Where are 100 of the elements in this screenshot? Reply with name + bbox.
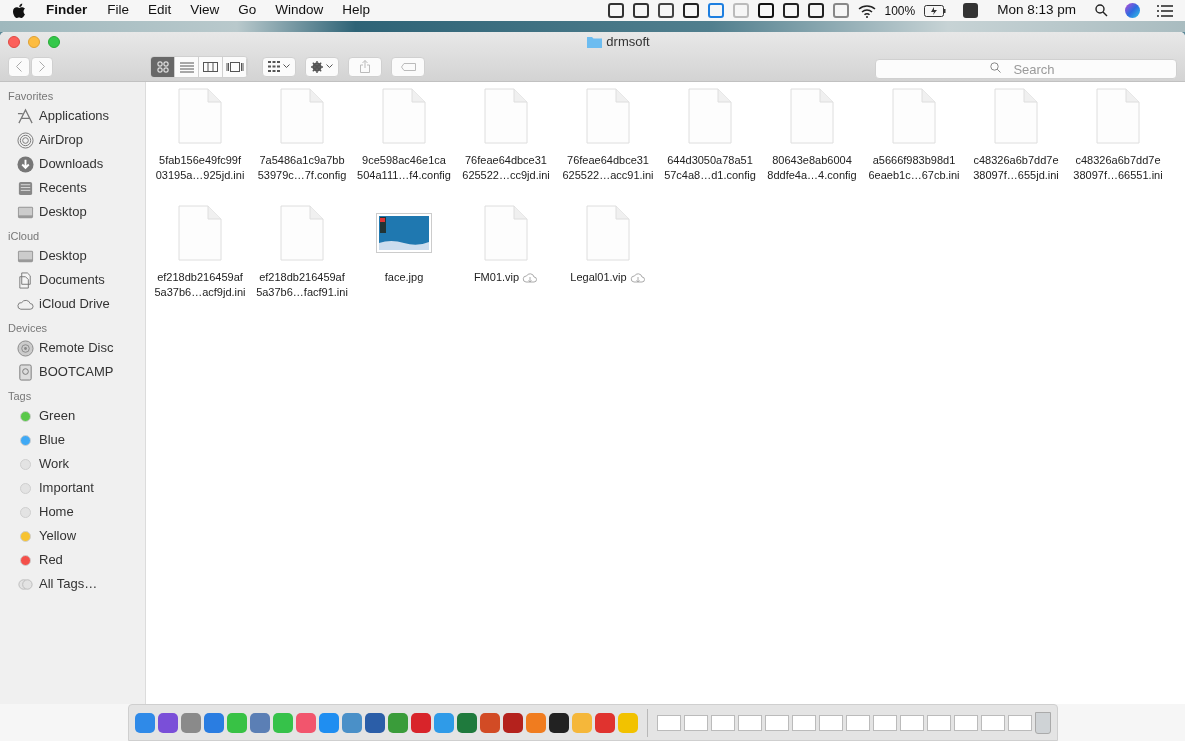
sidebar-item[interactable]: Documents	[0, 268, 145, 292]
status-menu-icon[interactable]	[807, 3, 824, 18]
file-tile[interactable]: Legal01.vip	[557, 200, 659, 317]
status-menu-icon[interactable]	[682, 3, 699, 18]
input-method-icon[interactable]	[963, 3, 979, 18]
file-tile[interactable]: 80643e8ab6004 8ddfe4a…4.config	[761, 83, 863, 200]
window-thumbnail[interactable]	[683, 714, 708, 731]
status-menu-icon[interactable]	[657, 3, 674, 18]
window-thumbnail[interactable]	[1007, 714, 1032, 731]
group-button[interactable]	[262, 56, 296, 77]
view-mode-button[interactable]	[223, 56, 247, 77]
wifi-icon[interactable]	[857, 3, 876, 18]
sidebar-item[interactable]: Home	[0, 500, 145, 524]
back-button[interactable]	[8, 56, 30, 77]
sidebar-item[interactable]: Downloads	[0, 152, 145, 176]
sidebar-item[interactable]: Remote Disc	[0, 336, 145, 360]
menu-item[interactable]: Help	[342, 0, 371, 21]
apple-logo-icon[interactable]	[12, 2, 26, 19]
menu-item[interactable]: View	[190, 0, 220, 21]
file-tile[interactable]: 644d3050a78a51 57c4a8…d1.config	[659, 83, 761, 200]
file-tile[interactable]: c48326a6b7dd7e 38097f…655jd.ini	[965, 83, 1067, 200]
status-menu-icon[interactable]	[782, 3, 799, 18]
notification-list-icon[interactable]	[1157, 4, 1173, 17]
file-name: a5666f983b98d1	[872, 153, 956, 168]
file-name: 5a37b6…acf9jd.ini	[154, 285, 246, 300]
file-tile[interactable]: 9ce598ac46e1ca 504a111…f4.config	[353, 83, 455, 200]
minimize-button[interactable]	[28, 36, 40, 48]
menu-item[interactable]: Window	[275, 0, 324, 21]
window-thumbnail[interactable]	[656, 714, 681, 731]
sidebar-item[interactable]: iCloud Drive	[0, 292, 145, 316]
forward-button[interactable]	[31, 56, 53, 77]
tag-button[interactable]	[391, 56, 425, 77]
file-tile[interactable]: 7a5486a1c9a7bb 53979c…7f.config	[251, 83, 353, 200]
app-icon[interactable]	[548, 712, 569, 733]
close-button[interactable]	[8, 36, 20, 48]
document-icon	[994, 88, 1038, 144]
sidebar-item[interactable]: BOOTCAMP	[0, 360, 145, 384]
menu-bar-clock[interactable]: Mon 8:13 pm	[997, 0, 1076, 21]
status-menu-icon[interactable]	[607, 3, 624, 18]
sidebar-item[interactable]: Desktop	[0, 244, 145, 268]
file-tile[interactable]: a5666f983b98d1 6eaeb1c…67cb.ini	[863, 83, 965, 200]
status-menu-icon[interactable]	[632, 3, 649, 18]
folder-icon	[587, 36, 603, 48]
sidebar-item[interactable]: Important	[0, 476, 145, 500]
sidebar-item[interactable]: Recents	[0, 176, 145, 200]
file-tile[interactable]: ef218db216459af 5a37b6…facf91.ini	[251, 200, 353, 317]
file-name: 57c4a8…d1.config	[664, 168, 756, 183]
view-mode-button[interactable]	[199, 56, 223, 77]
file-tile[interactable]: face.jpg	[353, 200, 455, 317]
menu-item[interactable]: Go	[238, 0, 257, 21]
window-thumbnail[interactable]	[737, 714, 762, 731]
file-tile[interactable]: c48326a6b7dd7e 38097f…66551.ini	[1067, 83, 1169, 200]
window-thumbnail[interactable]	[953, 714, 978, 731]
window-thumbnail[interactable]	[710, 714, 735, 731]
file-tile[interactable]: 76feae64dbce31 625522…cc9jd.ini	[455, 83, 557, 200]
window-thumbnail[interactable]	[872, 714, 897, 731]
window-thumbnail[interactable]	[926, 714, 951, 731]
file-tile[interactable]: ef218db216459af 5a37b6…acf9jd.ini	[149, 200, 251, 317]
sidebar-item[interactable]: Green	[0, 404, 145, 428]
view-mode-button[interactable]	[151, 56, 175, 77]
window-thumbnail[interactable]	[899, 714, 924, 731]
sidebar-item[interactable]: Work	[0, 452, 145, 476]
document-icon	[178, 88, 222, 144]
window-thumbnail[interactable]	[791, 714, 816, 731]
window-thumbnail[interactable]	[818, 714, 843, 731]
siri-icon[interactable]	[1125, 3, 1140, 18]
window-thumbnail[interactable]	[764, 714, 789, 731]
sidebar-item[interactable]: Applications	[0, 104, 145, 128]
zoom-button[interactable]	[48, 36, 60, 48]
sidebar-item[interactable]: All Tags…	[0, 572, 145, 596]
trash-icon[interactable]	[1034, 711, 1051, 734]
window-thumbnail[interactable]	[980, 714, 1005, 731]
document-icon	[586, 88, 630, 144]
file-tile[interactable]: 5fab156e49fc99f 03195a…925jd.ini	[149, 83, 251, 200]
sidebar-item[interactable]: Red	[0, 548, 145, 572]
search-icon[interactable]	[1095, 4, 1108, 17]
recents-icon	[17, 179, 34, 197]
grid-icon	[268, 61, 280, 72]
window-thumbnail[interactable]	[845, 714, 870, 731]
menu-item[interactable]: Edit	[148, 0, 172, 21]
cloud-download-icon[interactable]	[522, 272, 539, 283]
file-tile[interactable]: 76feae64dbce31 625522…acc91.ini	[557, 83, 659, 200]
status-menu-icon[interactable]	[757, 3, 774, 18]
file-tile[interactable]: FM01.vip	[455, 200, 557, 317]
action-button[interactable]	[305, 56, 339, 77]
menu-item[interactable]: File	[107, 0, 130, 21]
battery-charging-icon[interactable]	[924, 4, 947, 17]
document-icon	[790, 88, 834, 144]
file-name: 625522…cc9jd.ini	[462, 168, 550, 183]
cloud-download-icon[interactable]	[629, 272, 646, 283]
file-name: 6eaeb1c…67cb.ini	[868, 168, 960, 183]
share-button[interactable]	[348, 56, 382, 77]
search-field[interactable]: Search	[875, 59, 1177, 79]
sidebar-section-header: Favorites	[7, 89, 55, 104]
app-name[interactable]: Finder	[46, 0, 88, 21]
sidebar-item[interactable]: Blue	[0, 428, 145, 452]
sidebar-item[interactable]: Yellow	[0, 524, 145, 548]
sidebar-item[interactable]: AirDrop	[0, 128, 145, 152]
sidebar-item[interactable]: Desktop	[0, 200, 145, 224]
document-icon	[1096, 88, 1140, 144]
